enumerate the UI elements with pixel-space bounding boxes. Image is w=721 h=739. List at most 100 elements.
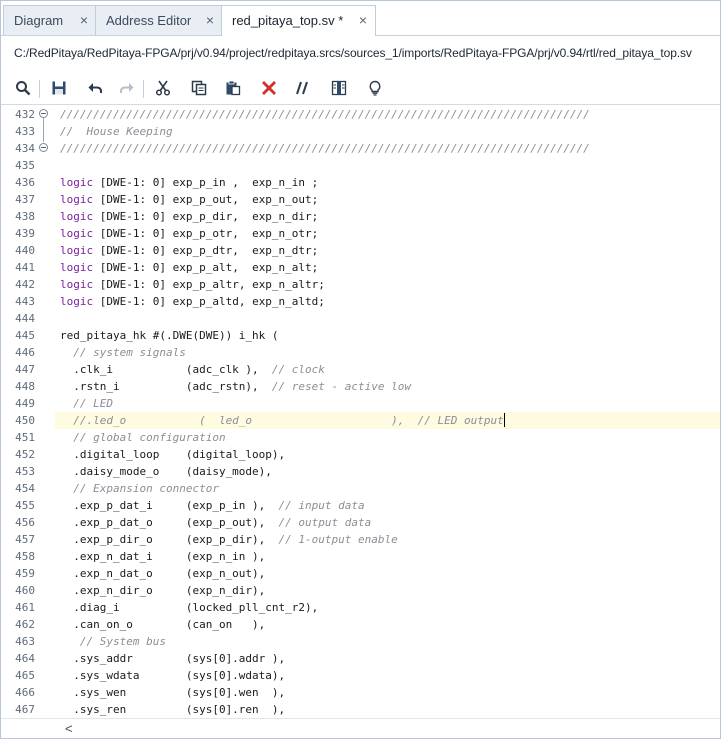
code-line[interactable]: 446 // system signals bbox=[1, 344, 720, 361]
fold-toggle-icon[interactable] bbox=[39, 143, 48, 152]
inline-comment: // reset - active low bbox=[271, 380, 411, 393]
code-line[interactable]: 452 .digital_loop (digital_loop), bbox=[1, 446, 720, 463]
code-text: .can_on_o (can_on ), bbox=[60, 616, 265, 633]
close-icon[interactable]: × bbox=[80, 6, 88, 35]
code-line[interactable]: 442 logic [DWE-1: 0] exp_p_altr, exp_n_al… bbox=[1, 276, 720, 293]
paste-icon[interactable] bbox=[221, 76, 245, 100]
editor-toolbar bbox=[1, 72, 720, 105]
code-line[interactable]: 441 logic [DWE-1: 0] exp_p_alt, exp_n_alt… bbox=[1, 259, 720, 276]
code-text: .diag_i (locked_pll_cnt_r2), bbox=[60, 599, 318, 616]
comment-text: // system signals bbox=[60, 346, 186, 359]
save-icon[interactable] bbox=[47, 76, 71, 100]
code-line[interactable]: 465 .sys_wdata (sys[0].wdata), bbox=[1, 667, 720, 684]
statement-text: .digital_loop (digital_loop), bbox=[60, 448, 286, 461]
line-number: 455 bbox=[15, 499, 35, 512]
comment-icon[interactable] bbox=[291, 76, 315, 100]
statement-text: .exp_n_dir_o (exp_n_dir), bbox=[60, 584, 266, 597]
lightbulb-icon[interactable] bbox=[363, 76, 387, 100]
code-line[interactable]: 456 .exp_p_dat_o (exp_p_out), // output … bbox=[1, 514, 720, 531]
tab-label: Address Editor bbox=[106, 13, 192, 28]
keyword: logic bbox=[60, 210, 94, 223]
code-line[interactable]: 434 /////////////////////////////////////… bbox=[1, 140, 720, 157]
code-line[interactable]: 451 // global configuration bbox=[1, 429, 720, 446]
tab-address-editor[interactable]: Address Editor × bbox=[95, 5, 223, 35]
code-line[interactable]: 458 .exp_n_dat_i (exp_n_in ), bbox=[1, 548, 720, 565]
close-icon[interactable]: × bbox=[359, 6, 367, 35]
code-line[interactable]: 462 .can_on_o (can_on ), bbox=[1, 616, 720, 633]
statement-text: [DWE-1: 0] exp_p_dtr, exp_n_dtr; bbox=[93, 244, 319, 257]
code-line[interactable]: 447 .clk_i (adc_clk ), // clock bbox=[1, 361, 720, 378]
code-line[interactable]: 438 logic [DWE-1: 0] exp_p_dir, exp_n_dir… bbox=[1, 208, 720, 225]
code-line[interactable]: 454 // Expansion connector bbox=[1, 480, 720, 497]
inline-comment: // 1-output enable bbox=[278, 533, 398, 546]
code-text: //.led_o ( led_o ), // LED output bbox=[60, 412, 505, 429]
inline-comment: // input data bbox=[278, 499, 365, 512]
code-line[interactable]: 466 .sys_wen (sys[0].wen ), bbox=[1, 684, 720, 701]
code-text: .clk_i (adc_clk ), // clock bbox=[60, 361, 325, 378]
code-line[interactable]: 435 bbox=[1, 157, 720, 174]
cut-icon[interactable] bbox=[151, 76, 175, 100]
line-number: 441 bbox=[15, 261, 35, 274]
line-number: 437 bbox=[15, 193, 35, 206]
code-text: // LED bbox=[60, 395, 113, 412]
toggle-columns-icon[interactable] bbox=[327, 76, 351, 100]
code-line[interactable]: 459 .exp_n_dat_o (exp_n_out), bbox=[1, 565, 720, 582]
scroll-left-arrow[interactable]: < bbox=[65, 721, 73, 736]
comment-text: ////////////////////////////////////////… bbox=[60, 142, 590, 155]
keyword: logic bbox=[60, 227, 94, 240]
code-line[interactable]: 433 // House Keeping bbox=[1, 123, 720, 140]
code-line[interactable]: 445 red_pitaya_hk #(.DWE(DWE)) i_hk ( bbox=[1, 327, 720, 344]
code-line[interactable]: 436 logic [DWE-1: 0] exp_p_in , exp_n_in … bbox=[1, 174, 720, 191]
line-number: 436 bbox=[15, 176, 35, 189]
code-text: logic [DWE-1: 0] exp_p_dtr, exp_n_dtr; bbox=[60, 242, 318, 259]
horizontal-scrollbar[interactable]: < bbox=[1, 718, 720, 738]
statement-text: .exp_n_dat_o (exp_n_out), bbox=[60, 567, 266, 580]
code-line[interactable]: 455 .exp_p_dat_i (exp_p_in ), // input d… bbox=[1, 497, 720, 514]
keyword: logic bbox=[60, 244, 94, 257]
line-number: 432 bbox=[15, 108, 35, 121]
code-text: // System bus bbox=[60, 633, 166, 650]
keyword: logic bbox=[60, 261, 94, 274]
code-line[interactable]: 443 logic [DWE-1: 0] exp_p_altd, exp_n_al… bbox=[1, 293, 720, 310]
code-editor[interactable]: 432 /////////////////////////////////////… bbox=[1, 105, 720, 718]
line-number: 443 bbox=[15, 295, 35, 308]
inline-comment: // clock bbox=[271, 363, 325, 376]
code-line[interactable]: 444 bbox=[1, 310, 720, 327]
code-line[interactable]: 467 .sys_ren (sys[0].ren ), bbox=[1, 701, 720, 718]
code-line[interactable]: 449 // LED bbox=[1, 395, 720, 412]
keyword: logic bbox=[60, 193, 94, 206]
code-line[interactable]: 448 .rstn_i (adc_rstn), // reset - activ… bbox=[1, 378, 720, 395]
code-text: red_pitaya_hk #(.DWE(DWE)) i_hk ( bbox=[60, 327, 279, 344]
code-line[interactable]: 439 logic [DWE-1: 0] exp_p_otr, exp_n_otr… bbox=[1, 225, 720, 242]
statement-text: .exp_n_dat_i (exp_n_in ), bbox=[60, 550, 266, 563]
line-number: 453 bbox=[15, 465, 35, 478]
code-line[interactable]: 437 logic [DWE-1: 0] exp_p_out, exp_n_out… bbox=[1, 191, 720, 208]
code-line[interactable]: 453 .daisy_mode_o (daisy_mode), bbox=[1, 463, 720, 480]
code-text: .exp_p_dat_i (exp_p_in ), // input data bbox=[60, 497, 365, 514]
tab-diagram[interactable]: Diagram × bbox=[3, 5, 97, 35]
line-number: 461 bbox=[15, 601, 35, 614]
close-icon[interactable]: × bbox=[206, 6, 214, 35]
code-line[interactable]: 461 .diag_i (locked_pll_cnt_r2), bbox=[1, 599, 720, 616]
code-line[interactable]: 457 .exp_p_dir_o (exp_p_dir), // 1-outpu… bbox=[1, 531, 720, 548]
code-line[interactable]: 464 .sys_addr (sys[0].addr ), bbox=[1, 650, 720, 667]
statement-text: [DWE-1: 0] exp_p_in , exp_n_in ; bbox=[93, 176, 319, 189]
code-line[interactable]: 460 .exp_n_dir_o (exp_n_dir), bbox=[1, 582, 720, 599]
code-line[interactable]: 463 // System bus bbox=[1, 633, 720, 650]
code-line[interactable]: 440 logic [DWE-1: 0] exp_p_dtr, exp_n_dtr… bbox=[1, 242, 720, 259]
line-number: 463 bbox=[15, 635, 35, 648]
tab-red-pitaya-top[interactable]: red_pitaya_top.sv * × bbox=[221, 5, 376, 36]
line-number: 460 bbox=[15, 584, 35, 597]
line-number: 449 bbox=[15, 397, 35, 410]
code-line[interactable]: 432 /////////////////////////////////////… bbox=[1, 106, 720, 123]
copy-icon[interactable] bbox=[187, 76, 211, 100]
search-icon[interactable] bbox=[11, 76, 35, 100]
code-text: .sys_wen (sys[0].wen ), bbox=[60, 684, 285, 701]
undo-icon[interactable] bbox=[83, 76, 107, 100]
statement-text: [DWE-1: 0] exp_p_altd, exp_n_altd; bbox=[93, 295, 325, 308]
code-line[interactable]: 450 //.led_o ( led_o ), // LED output bbox=[1, 412, 720, 429]
redo-icon[interactable] bbox=[115, 76, 139, 100]
delete-icon[interactable] bbox=[257, 76, 281, 100]
fold-toggle-icon[interactable] bbox=[39, 109, 48, 118]
file-path: C:/RedPitaya/RedPitaya-FPGA/prj/v0.94/pr… bbox=[14, 46, 692, 60]
